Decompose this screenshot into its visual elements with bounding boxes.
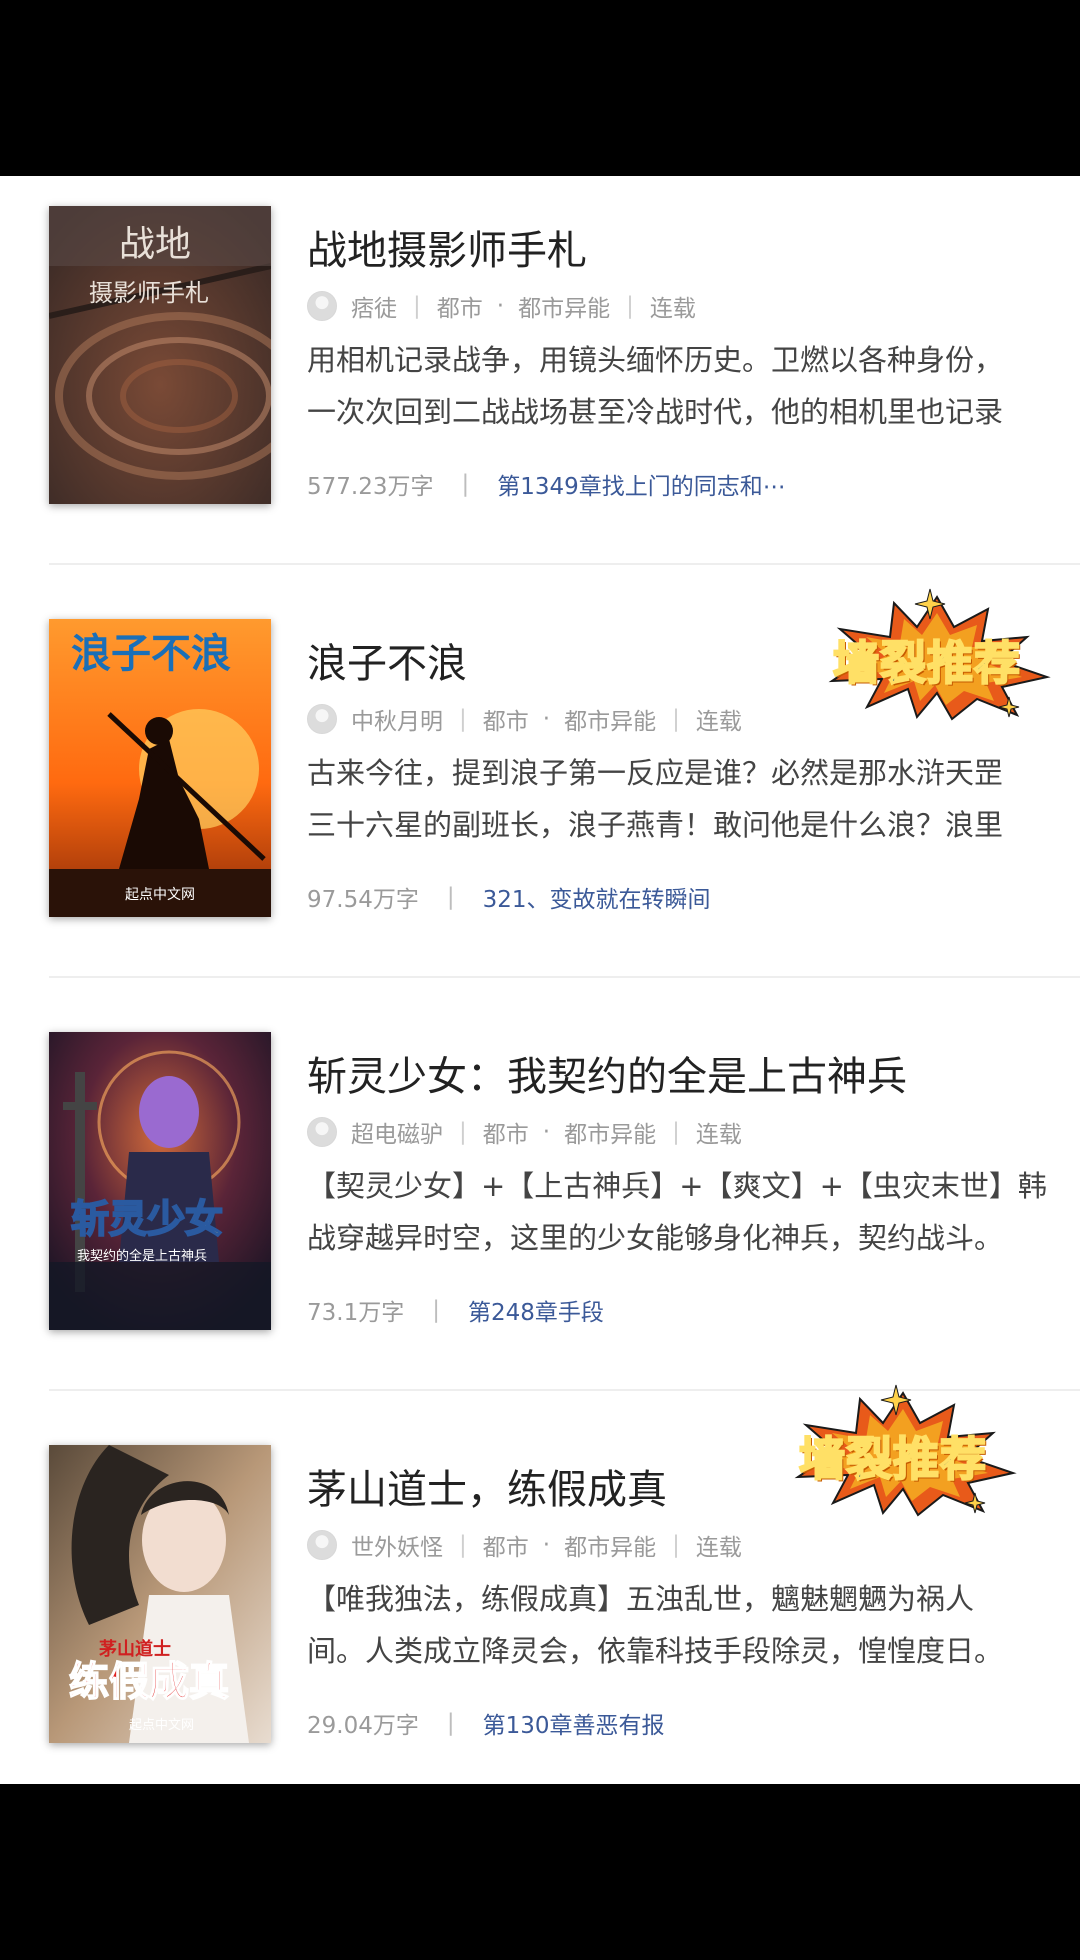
latest-chapter-link[interactable]: 第1349章找上门的同志和⋯ <box>497 467 786 501</box>
status: 连载 <box>649 296 696 322</box>
category[interactable]: 都市 <box>437 289 483 323</box>
cover-title: 浪子不浪 <box>71 631 231 677</box>
cover-title: 斩灵少女 <box>71 1197 223 1241</box>
word-count: 73.1万字 <box>307 1300 405 1326</box>
description-line: 古来今往，提到浪子第一反应是谁？必然是那水浒天罡 <box>307 756 1004 790</box>
meta-separator: | <box>626 293 634 319</box>
author-avatar-icon <box>307 1117 337 1147</box>
book-description: 【契灵少女】+【上古神兵】+【爽文】+【虫灾末世】韩 战穿越异时空，这里的少女能… <box>307 1160 1067 1264</box>
stats-separator: | <box>432 1297 440 1323</box>
stats-separator: | <box>461 471 470 497</box>
subcategory[interactable]: 都市异能 <box>518 289 610 323</box>
book-stats: 97.54万字 | 321、变故就在转瞬间 <box>307 879 711 915</box>
recommend-badge: 墙裂推荐 <box>812 588 1062 721</box>
book-title[interactable]: 浪子不浪 <box>307 631 467 689</box>
stats-separator: | <box>446 884 455 910</box>
book-cover[interactable]: 战地 摄影师手札 <box>49 206 271 504</box>
book-description: 古来今往，提到浪子第一反应是谁？必然是那水浒天罡 三十六星的副班长，浪子燕青！敢… <box>307 747 1067 851</box>
meta-dot: · <box>542 706 551 732</box>
book-meta: 中秋月明 | 都市 · 都市异能 | 连载 <box>307 701 742 737</box>
book-title[interactable]: 茅山道士，练假成真 <box>307 1457 667 1515</box>
divider <box>49 976 1080 978</box>
book-stats: 73.1万字 | 第248章手段 <box>307 1292 604 1328</box>
meta-dot: · <box>496 293 505 319</box>
cover-publisher: 起点中文网 <box>125 887 195 903</box>
cover-image: 浪子不浪 起点中文网 <box>49 619 271 917</box>
cover-image: 战地 摄影师手札 <box>49 206 271 504</box>
status: 连载 <box>695 1535 742 1561</box>
meta-separator: | <box>459 706 467 732</box>
word-count: 577.23万字 <box>307 474 434 500</box>
word-count: 29.04万字 <box>307 1713 419 1739</box>
category[interactable]: 都市 <box>483 702 529 736</box>
description-line: 用相机记录战争，用镜头缅怀历史。卫燃以各种身份， <box>307 343 1004 377</box>
status: 连载 <box>695 709 742 735</box>
divider <box>49 563 1080 565</box>
book-meta: 超电磁驴 | 都市 · 都市异能 | 连载 <box>307 1114 742 1150</box>
subcategory[interactable]: 都市异能 <box>564 702 656 736</box>
cover-image: 茅山道士 练假成真 起点中文网 <box>49 1445 271 1743</box>
meta-separator: | <box>459 1119 467 1145</box>
badge-text: 墙裂推荐 <box>832 635 1021 691</box>
description-line: 三十六星的副班长，浪子燕青！敢问他是什么浪？浪里 <box>307 808 1004 842</box>
recommend-badge: 墙裂推荐 <box>778 1384 1028 1517</box>
book-description: 【唯我独法，练假成真】五浊乱世，魑魅魍魉为祸人 间。人类成立降灵会，依靠科技手段… <box>307 1573 1067 1677</box>
meta-separator: | <box>459 1532 467 1558</box>
book-stats: 577.23万字 | 第1349章找上门的同志和⋯ <box>307 466 786 502</box>
author-avatar-icon <box>307 291 337 321</box>
cover-publisher: 起点中文网 <box>129 1718 194 1733</box>
cover-subtitle: 我契约的全是上古神兵 <box>77 1248 207 1264</box>
latest-chapter-link[interactable]: 321、变故就在转瞬间 <box>483 880 711 914</box>
description-line: 战穿越异时空，这里的少女能够身化神兵，契约战斗。 <box>307 1221 1004 1255</box>
book-cover[interactable]: 浪子不浪 起点中文网 <box>49 619 271 917</box>
meta-dot: · <box>542 1119 551 1145</box>
status: 连载 <box>695 1122 742 1148</box>
meta-separator: | <box>413 293 421 319</box>
book-cover[interactable]: 斩灵少女 我契约的全是上古神兵 <box>49 1032 271 1330</box>
word-count: 97.54万字 <box>307 887 419 913</box>
book-item-1[interactable]: 战地 摄影师手札 战地摄影师手札 痞徒 | 都市 · 都市异能 | 连载 用相机… <box>0 176 1080 589</box>
category[interactable]: 都市 <box>483 1528 529 1562</box>
book-title[interactable]: 斩灵少女：我契约的全是上古神兵 <box>307 1044 907 1102</box>
bottom-black-bar <box>0 1784 1080 1960</box>
author-avatar-icon <box>307 1530 337 1560</box>
book-item-2[interactable]: 浪子不浪 起点中文网 浪子不浪 中秋月明 | 都市 · 都市异能 | 连载 古来… <box>0 588 1080 1002</box>
book-item-3[interactable]: 斩灵少女 我契约的全是上古神兵 斩灵少女：我契约的全是上古神兵 超电磁驴 | 都… <box>0 1002 1080 1415</box>
meta-separator: | <box>672 706 680 732</box>
top-black-bar <box>0 0 1080 176</box>
book-list: 战地 摄影师手札 战地摄影师手札 痞徒 | 都市 · 都市异能 | 连载 用相机… <box>0 176 1080 1784</box>
author-name[interactable]: 中秋月明 <box>351 702 443 736</box>
subcategory[interactable]: 都市异能 <box>564 1115 656 1149</box>
cover-subtitle: 茅山道士 <box>99 1638 171 1660</box>
cover-title: 练假成真 <box>69 1659 229 1705</box>
subcategory[interactable]: 都市异能 <box>564 1528 656 1562</box>
meta-dot: · <box>542 1532 551 1558</box>
author-name[interactable]: 痞徒 <box>351 289 397 323</box>
description-line: 【唯我独法，练假成真】五浊乱世，魑魅魍魉为祸人 <box>307 1582 975 1616</box>
book-title[interactable]: 战地摄影师手札 <box>307 218 587 276</box>
cover-title: 战地 <box>119 224 191 265</box>
description-line: 【契灵少女】+【上古神兵】+【爽文】+【虫灾末世】韩 <box>307 1169 1047 1203</box>
description-line: 间。人类成立降灵会，依靠科技手段除灵，惶惶度日。 <box>307 1634 1004 1668</box>
cover-subtitle: 摄影师手札 <box>89 279 209 307</box>
author-name[interactable]: 超电磁驴 <box>351 1115 443 1149</box>
description-line: 一次次回到二战战场甚至冷战时代，他的相机里也记录 <box>307 395 1004 429</box>
author-avatar-icon <box>307 704 337 734</box>
book-item-4[interactable]: 茅山道士 练假成真 起点中文网 茅山道士，练假成真 世外妖怪 | 都市 · 都市… <box>0 1384 1080 1784</box>
book-description: 用相机记录战争，用镜头缅怀历史。卫燃以各种身份， 一次次回到二战战场甚至冷战时代… <box>307 334 1067 438</box>
latest-chapter-link[interactable]: 第248章手段 <box>468 1293 604 1327</box>
book-meta: 痞徒 | 都市 · 都市异能 | 连载 <box>307 288 696 324</box>
stats-separator: | <box>446 1710 455 1736</box>
book-meta: 世外妖怪 | 都市 · 都市异能 | 连载 <box>307 1527 742 1563</box>
meta-separator: | <box>672 1119 680 1145</box>
book-cover[interactable]: 茅山道士 练假成真 起点中文网 <box>49 1445 271 1743</box>
book-stats: 29.04万字 | 第130章善恶有报 <box>307 1705 665 1741</box>
meta-separator: | <box>672 1532 680 1558</box>
badge-text: 墙裂推荐 <box>798 1431 987 1487</box>
cover-image: 斩灵少女 我契约的全是上古神兵 <box>49 1032 271 1330</box>
latest-chapter-link[interactable]: 第130章善恶有报 <box>483 1706 665 1740</box>
category[interactable]: 都市 <box>483 1115 529 1149</box>
author-name[interactable]: 世外妖怪 <box>351 1528 443 1562</box>
